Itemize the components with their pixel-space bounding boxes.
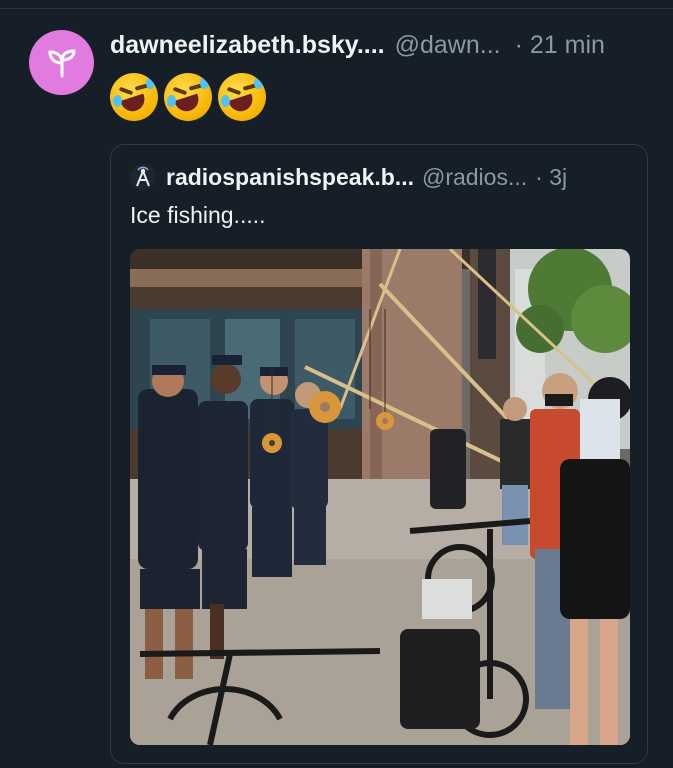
post[interactable]: dawneelizabeth.bsky.... @dawn... · 21 mi… xyxy=(0,9,673,768)
post-header: dawneelizabeth.bsky.... @dawn... · 21 mi… xyxy=(110,29,655,61)
quoted-author-display-name[interactable]: radiospanishspeak.b... xyxy=(166,164,414,191)
quoted-post-header: radiospanishspeak.b... @radios... · 3j xyxy=(130,162,635,192)
quoted-post-card[interactable]: radiospanishspeak.b... @radios... · 3j I… xyxy=(110,144,648,764)
sprout-icon xyxy=(48,49,75,77)
quoted-post-image[interactable] xyxy=(130,249,630,745)
quoted-author-avatar[interactable] xyxy=(130,164,156,190)
quoted-post-timestamp[interactable]: · 3j xyxy=(535,164,567,191)
author-avatar[interactable] xyxy=(29,30,94,95)
author-handle[interactable]: @dawn... xyxy=(395,31,501,60)
rolling-on-floor-laughing-emoji xyxy=(218,73,266,121)
top-divider xyxy=(0,0,673,9)
rolling-on-floor-laughing-emoji xyxy=(110,73,158,121)
radio-tower-icon xyxy=(136,166,150,187)
post-content xyxy=(110,73,266,123)
post-timestamp[interactable]: · 21 min xyxy=(515,31,605,60)
rolling-on-floor-laughing-emoji xyxy=(164,73,212,121)
quoted-author-handle[interactable]: @radios... xyxy=(422,164,527,191)
author-display-name[interactable]: dawneelizabeth.bsky.... xyxy=(110,31,385,60)
quoted-post-text: Ice fishing..... xyxy=(130,202,266,228)
